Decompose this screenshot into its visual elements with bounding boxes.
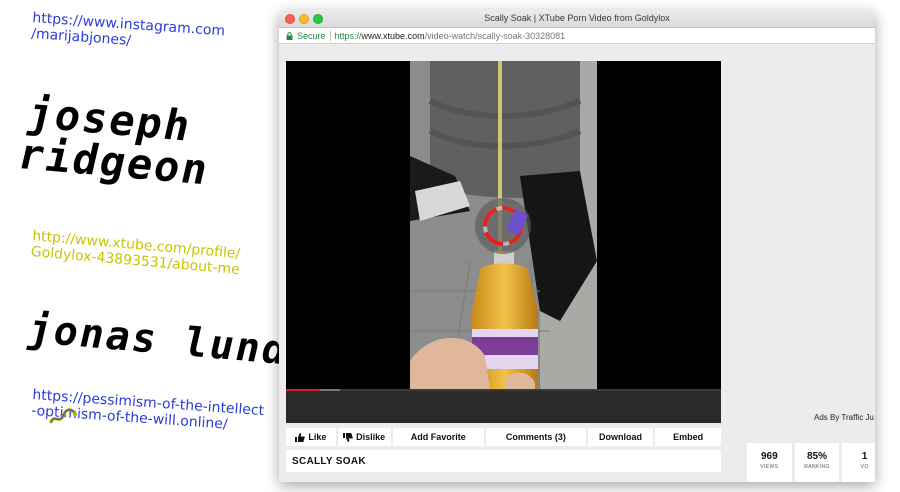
ads-label[interactable]: Ads By Traffic Ju xyxy=(814,413,874,422)
instagram-link[interactable]: https://www.instagram.com /marijabjones/ xyxy=(31,10,226,55)
stat-votes-value: 1 xyxy=(861,451,868,462)
video-action-bar: Like Dislike Add Favorite Comments (3) D… xyxy=(286,428,721,446)
comments-button[interactable]: Comments (3) xyxy=(486,428,586,446)
stat-views-value: 969 xyxy=(760,451,778,462)
thumbs-down-icon xyxy=(343,432,353,442)
xtube-profile-link[interactable]: http://www.xtube.com/profile/ Goldylox-4… xyxy=(30,228,242,278)
like-label: Like xyxy=(308,432,327,442)
page-content: Ads By Traffic Ju Like Dislike Add Favor… xyxy=(279,44,875,482)
url-path: /video-watch/scally-soak-30328081 xyxy=(424,30,566,41)
window-titlebar: Scally Soak | XTube Porn Video from Gold… xyxy=(279,10,875,28)
stat-ranking: 85% RANKING xyxy=(794,443,840,482)
like-button[interactable]: Like xyxy=(286,428,336,446)
video-title: SCALLY SOAK xyxy=(286,450,721,472)
add-favorite-button[interactable]: Add Favorite xyxy=(392,428,485,446)
stat-views: 969 VIEWS xyxy=(747,443,792,482)
download-button[interactable]: Download xyxy=(587,428,654,446)
stat-ranking-value: 85% xyxy=(807,451,828,462)
address-bar[interactable]: Secure https:// www.xtube.com /video-wat… xyxy=(279,28,875,44)
stat-votes-label: VO xyxy=(860,464,869,470)
stat-views-label: VIEWS xyxy=(760,464,779,470)
thumbs-up-icon xyxy=(295,432,306,442)
comments-label: Comments (3) xyxy=(505,432,566,442)
download-label: Download xyxy=(598,432,642,442)
video-player[interactable] xyxy=(286,61,721,423)
secure-label: Secure xyxy=(297,30,326,41)
video-frame[interactable] xyxy=(410,61,597,389)
url-host: www.xtube.com xyxy=(361,30,425,41)
stat-votes: 1 VO xyxy=(842,443,875,482)
embed-button[interactable]: Embed xyxy=(655,428,721,446)
video-stats: 969 VIEWS 85% RANKING 1 VO xyxy=(747,443,875,482)
artist-name-joseph-ridgeon: joseph ridgeon xyxy=(13,88,223,194)
video-controls-bar[interactable] xyxy=(286,391,721,423)
artist-name-jonas-lund: jonas lund xyxy=(23,306,294,375)
video-still-image xyxy=(410,61,597,389)
add-favorite-label: Add Favorite xyxy=(410,432,466,442)
embed-label: Embed xyxy=(673,432,704,442)
lock-icon xyxy=(286,31,293,40)
window-title: Scally Soak | XTube Porn Video from Gold… xyxy=(484,13,670,23)
browser-window: Scally Soak | XTube Porn Video from Gold… xyxy=(279,10,875,482)
snake-doodle-icon xyxy=(49,408,77,424)
url-scheme: https:// xyxy=(334,30,362,41)
dislike-label: Dislike xyxy=(356,432,386,442)
stat-ranking-label: RANKING xyxy=(804,464,830,470)
dislike-button[interactable]: Dislike xyxy=(337,428,391,446)
address-separator xyxy=(329,30,331,41)
